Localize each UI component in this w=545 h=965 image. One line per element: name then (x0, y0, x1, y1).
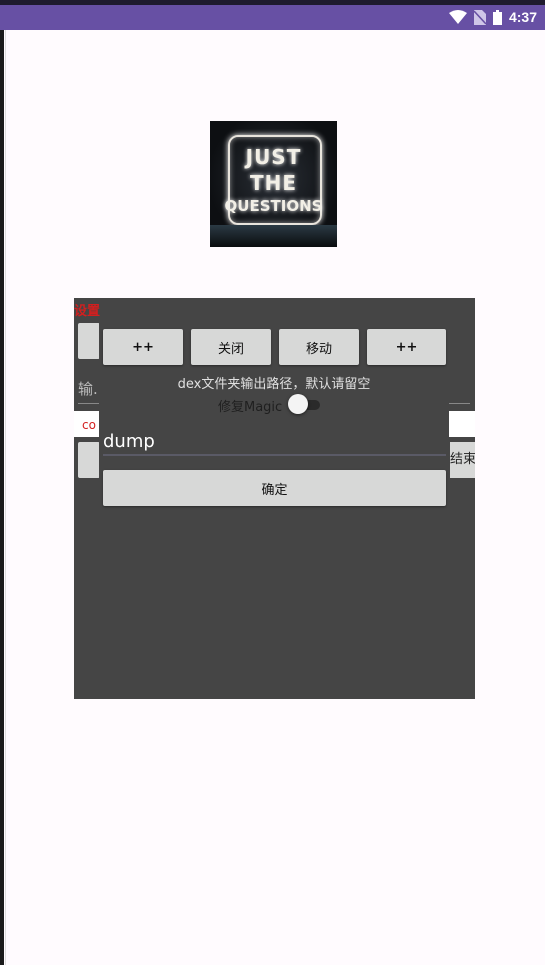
panel-button-covered[interactable] (78, 323, 100, 359)
logo-text-line-3: QUESTIONS (224, 197, 323, 215)
status-icons: 4:37 (448, 7, 537, 27)
move-button[interactable]: 移动 (279, 329, 359, 365)
output-path-input[interactable] (103, 428, 446, 456)
status-time: 4:37 (508, 9, 537, 25)
panel-title-label: 设置 (74, 304, 101, 319)
wifi-icon (448, 10, 467, 24)
close-button[interactable]: 关闭 (191, 329, 271, 365)
battery-icon (492, 9, 502, 25)
confirm-button[interactable]: 确定 (103, 470, 446, 506)
no-sim-icon (473, 9, 486, 25)
fix-magic-label: 修复Magic (218, 400, 283, 415)
left-edge-dark (0, 30, 4, 965)
left-edge-strip (0, 30, 6, 965)
status-bar: 4:37 (0, 0, 545, 30)
panel-red-text: co (82, 418, 96, 432)
output-path-hint: dex文件夹输出路径，默认请留空 (177, 377, 371, 392)
increase-button-left[interactable]: ++ (103, 329, 183, 365)
panel-right-button[interactable]: 结束 (450, 442, 475, 478)
app-logo-image: JUST THE QUESTIONS (210, 121, 337, 247)
panel-left-button-covered[interactable] (78, 442, 100, 478)
logo-text-line-2: THE (249, 171, 298, 195)
status-bar-edge (0, 0, 545, 5)
increase-button-right[interactable]: ++ (367, 329, 446, 365)
fix-magic-row: 修复Magic (99, 394, 449, 416)
panel-input-partial[interactable]: 输. (78, 378, 98, 399)
logo-text-line-1: JUST (245, 145, 302, 169)
logo-floor (210, 225, 337, 247)
fix-magic-switch-thumb[interactable] (288, 394, 308, 414)
